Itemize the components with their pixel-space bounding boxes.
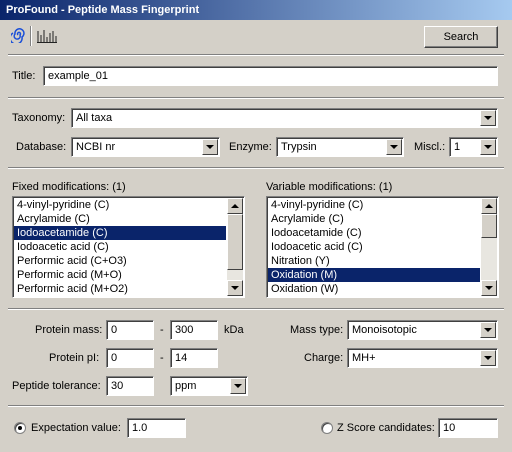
list-item-selected[interactable]: Iodoacetamide (C) — [14, 226, 226, 240]
list-item[interactable]: Performic acid (M+O2) — [14, 282, 226, 296]
expectation-label: Expectation value: — [31, 422, 121, 434]
zscore-radio[interactable] — [321, 422, 333, 434]
divider — [8, 54, 504, 56]
title-label: Title: — [12, 70, 36, 82]
fixed-mods-label: Fixed modifications: (1) — [12, 181, 126, 193]
spectrum-icon[interactable] — [36, 28, 58, 44]
range-separator: - — [160, 352, 164, 364]
taxonomy-select[interactable]: All taxa — [71, 108, 498, 128]
enzyme-label: Enzyme: — [229, 141, 272, 153]
database-label: Database: — [16, 141, 67, 153]
protein-mass-label: Protein mass: — [35, 324, 103, 336]
mass-type-select[interactable]: Monoisotopic — [347, 320, 498, 340]
variable-mods-list[interactable]: 4-vinyl-pyridine (C) Acrylamide (C) Iodo… — [266, 196, 499, 298]
list-item[interactable]: Performic acid (C+O3) — [14, 254, 226, 268]
tolerance-unit-value: ppm — [175, 380, 197, 392]
charge-select[interactable]: MH+ — [347, 348, 498, 368]
divider — [8, 97, 504, 99]
divider — [8, 405, 504, 407]
chevron-down-icon[interactable] — [480, 322, 496, 338]
taxonomy-value: All taxa — [76, 112, 113, 124]
chevron-down-icon[interactable] — [202, 139, 218, 155]
list-item[interactable]: Acrylamide (C) — [268, 212, 480, 226]
miscl-label: Miscl.: — [414, 141, 446, 153]
chevron-down-icon[interactable] — [480, 139, 496, 155]
database-value: NCBI nr — [76, 141, 116, 153]
list-item[interactable]: 4-vinyl-pyridine (C) — [14, 198, 226, 212]
miscl-value: 1 — [454, 141, 461, 153]
chevron-down-icon[interactable] — [480, 350, 496, 366]
peptide-tolerance-input[interactable]: 30 — [106, 376, 154, 396]
protein-pi-max-input[interactable]: 14 — [170, 348, 218, 368]
peptide-tolerance-label: Peptide tolerance: — [12, 380, 101, 392]
divider — [8, 167, 504, 169]
database-select[interactable]: NCBI nr — [71, 137, 220, 157]
spiral-icon[interactable] — [9, 27, 25, 45]
chevron-down-icon[interactable] — [386, 139, 402, 155]
list-item[interactable]: Acrylamide (C) — [14, 212, 226, 226]
scrollbar[interactable] — [481, 198, 497, 296]
toolbar-divider — [30, 26, 32, 46]
fixed-mods-list[interactable]: 4-vinyl-pyridine (C) Acrylamide (C) Iodo… — [12, 196, 245, 298]
protein-mass-max-input[interactable]: 300 — [170, 320, 218, 340]
chevron-down-icon[interactable] — [480, 110, 496, 126]
scroll-thumb[interactable] — [227, 214, 243, 270]
scroll-down-icon[interactable] — [227, 280, 243, 296]
expectation-radio[interactable] — [14, 422, 26, 434]
protein-mass-unit: kDa — [224, 324, 244, 336]
mass-type-value: Monoisotopic — [352, 324, 417, 336]
charge-value: MH+ — [352, 352, 376, 364]
zscore-label: Z Score candidates: — [337, 422, 435, 434]
protein-pi-label: Protein pI: — [49, 352, 100, 364]
scroll-thumb[interactable] — [481, 214, 497, 238]
list-item[interactable]: Oxidation (W) — [268, 282, 480, 296]
search-button[interactable]: Search — [424, 26, 498, 48]
zscore-input[interactable]: 10 — [438, 418, 498, 438]
range-separator: - — [160, 324, 164, 336]
variable-mods-label: Variable modifications: (1) — [266, 181, 393, 193]
enzyme-value: Trypsin — [281, 141, 317, 153]
charge-label: Charge: — [304, 352, 344, 364]
list-item[interactable]: Iodoacetic acid (C) — [268, 240, 480, 254]
list-item[interactable]: Performic acid (M+O) — [14, 268, 226, 282]
protein-pi-min-input[interactable]: 0 — [106, 348, 154, 368]
list-item[interactable]: Iodoacetamide (C) — [268, 226, 480, 240]
tolerance-unit-select[interactable]: ppm — [170, 376, 248, 396]
scrollbar[interactable] — [227, 198, 243, 296]
scroll-down-icon[interactable] — [481, 280, 497, 296]
expectation-input[interactable]: 1.0 — [127, 418, 186, 438]
list-item[interactable]: 4-vinyl-pyridine (C) — [268, 198, 480, 212]
list-item-selected[interactable]: Oxidation (M) — [268, 268, 480, 282]
scroll-up-icon[interactable] — [227, 198, 243, 214]
divider — [8, 308, 504, 310]
protein-mass-min-input[interactable]: 0 — [106, 320, 154, 340]
taxonomy-label: Taxonomy: — [12, 112, 66, 124]
list-item[interactable]: Iodoacetic acid (C) — [14, 240, 226, 254]
scroll-up-icon[interactable] — [481, 198, 497, 214]
miscl-select[interactable]: 1 — [449, 137, 498, 157]
title-input[interactable]: example_01 — [43, 66, 498, 86]
chevron-down-icon[interactable] — [230, 378, 246, 394]
list-item[interactable]: Nitration (Y) — [268, 254, 480, 268]
enzyme-select[interactable]: Trypsin — [276, 137, 404, 157]
mass-type-label: Mass type: — [290, 324, 344, 336]
window-title: ProFound - Peptide Mass Fingerprint — [0, 0, 512, 20]
